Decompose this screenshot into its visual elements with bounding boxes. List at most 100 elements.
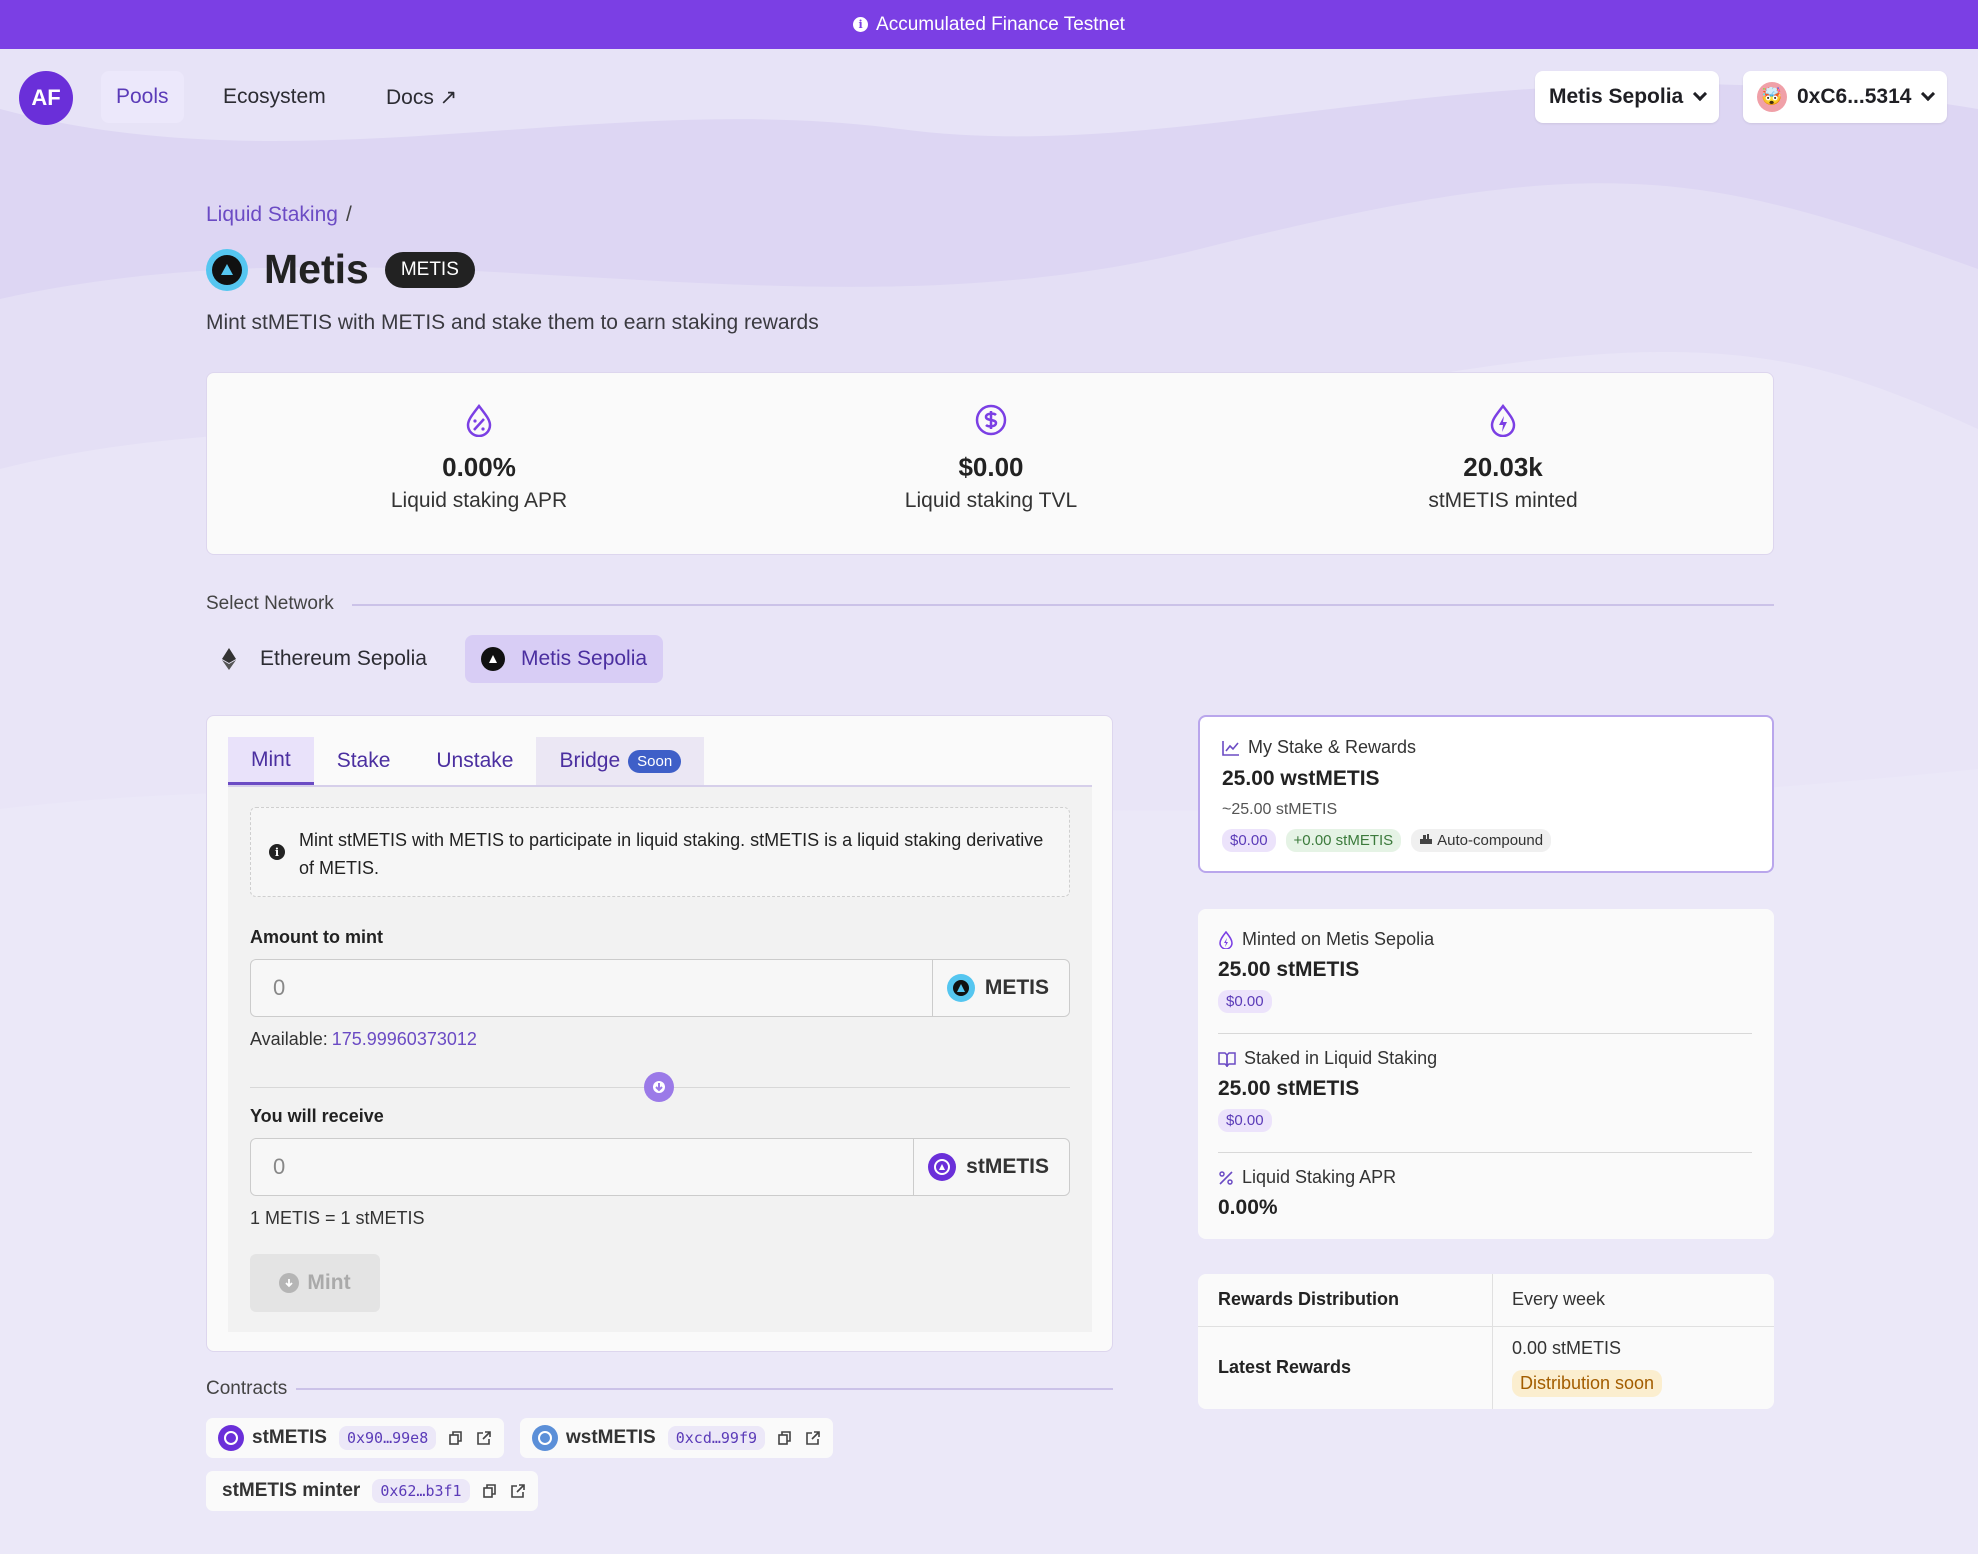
action-tabs: Mint Stake Unstake Bridge Soon bbox=[228, 737, 705, 785]
contract-name: stMETIS minter bbox=[222, 1480, 361, 1501]
network-tab-label: Ethereum Sepolia bbox=[260, 647, 427, 670]
external-link-icon[interactable] bbox=[805, 1430, 821, 1446]
top-navbar: AF Pools Ecosystem Docs ↗ Metis Sepolia … bbox=[0, 49, 1978, 147]
auto-compound-badge: Auto-compound bbox=[1411, 829, 1552, 852]
rewards-distribution-value: Every week bbox=[1512, 1289, 1606, 1309]
soon-badge: Soon bbox=[628, 749, 682, 773]
breadcrumb: Liquid Staking / bbox=[206, 203, 352, 227]
arrow-down-circle-icon bbox=[279, 1273, 300, 1293]
network-tab-metis-sepolia[interactable]: Metis Sepolia bbox=[465, 635, 664, 683]
contract-chip-stmetis-minter: stMETIS minter 0x62…b3f1 bbox=[206, 1471, 538, 1511]
select-network-label: Select Network bbox=[206, 593, 334, 614]
receive-field: stMETIS bbox=[250, 1138, 1070, 1196]
page-subtitle: Mint stMETIS with METIS and stake them t… bbox=[206, 311, 819, 334]
minted-label: Minted on Metis Sepolia bbox=[1242, 929, 1435, 949]
wallet-avatar: 🤯 bbox=[1757, 82, 1787, 112]
tab-bridge-label: Bridge bbox=[559, 749, 621, 772]
bolt-drop-icon bbox=[1219, 930, 1233, 949]
wallet-button[interactable]: 🤯 0xC6...5314 bbox=[1743, 71, 1948, 123]
page-title-row: Metis METIS bbox=[206, 246, 475, 293]
metis-logo-icon bbox=[206, 248, 248, 291]
page-title: Metis bbox=[264, 246, 369, 292]
amount-token-label: METIS bbox=[984, 976, 1049, 999]
external-link-icon[interactable] bbox=[510, 1483, 526, 1499]
amount-token-addon: METIS bbox=[931, 960, 1069, 1016]
apr-value: 0.00% bbox=[1218, 1196, 1278, 1219]
available-amount[interactable]: 175.99960373012 bbox=[332, 1029, 477, 1049]
contract-chip-stmetis: stMETIS 0x90…99e8 bbox=[206, 1418, 505, 1458]
amount-field: METIS bbox=[250, 959, 1070, 1017]
stats-card: 0.00% Liquid staking APR $0.00 Liquid st… bbox=[206, 372, 1774, 555]
tab-stake[interactable]: Stake bbox=[314, 737, 414, 785]
tab-unstake[interactable]: Unstake bbox=[413, 737, 536, 785]
my-stake-header: My Stake & Rewards bbox=[1222, 737, 1416, 758]
contracts-divider bbox=[296, 1388, 1113, 1390]
auto-compound-label: Auto-compound bbox=[1437, 832, 1544, 849]
contract-address: 0x90…99e8 bbox=[338, 1426, 437, 1450]
my-stake-title: My Stake & Rewards bbox=[1248, 737, 1417, 757]
stake-details-card: Minted on Metis Sepolia 25.00 stMETIS $0… bbox=[1198, 909, 1774, 1239]
available-balance: Available: 175.99960373012 bbox=[250, 1029, 477, 1050]
stat-minted: 20.03k stMETIS minted bbox=[1303, 403, 1703, 513]
apr-section: Liquid Staking APR 0.00% bbox=[1218, 1167, 1752, 1220]
latest-rewards-label: Latest Rewards bbox=[1218, 1357, 1352, 1377]
info-icon: i bbox=[853, 17, 869, 32]
stmetis-token-icon bbox=[928, 1153, 957, 1181]
copy-icon[interactable] bbox=[448, 1430, 464, 1446]
metis-token-icon bbox=[946, 974, 975, 1002]
tab-mint[interactable]: Mint bbox=[228, 737, 314, 785]
staked-usd-badge: $0.00 bbox=[1218, 1109, 1272, 1132]
you-will-receive-label: You will receive bbox=[250, 1106, 384, 1126]
apr-label: Liquid Staking APR bbox=[1242, 1167, 1397, 1187]
chart-line-icon bbox=[1222, 740, 1239, 756]
staked-label: Staked in Liquid Staking bbox=[1244, 1048, 1438, 1068]
arrow-down-icon bbox=[644, 1072, 674, 1102]
minted-usd-badge: $0.00 bbox=[1218, 990, 1272, 1013]
my-stake-badges: $0.00 +0.00 stMETIS Auto-compound bbox=[1222, 829, 1552, 852]
wstmetis-token-icon bbox=[532, 1425, 558, 1451]
rewards-badge: +0.00 stMETIS bbox=[1285, 829, 1402, 852]
stat-tvl-value: $0.00 bbox=[958, 452, 1024, 482]
bolt-drop-icon bbox=[1490, 403, 1516, 438]
tab-bridge[interactable]: Bridge Soon bbox=[536, 737, 705, 785]
network-tab-ethereum-sepolia[interactable]: Ethereum Sepolia bbox=[206, 635, 443, 683]
copy-icon[interactable] bbox=[482, 1483, 498, 1499]
nav-ecosystem[interactable]: Ecosystem bbox=[208, 71, 341, 123]
mint-tab-panel: i Mint stMETIS with METIS to participate… bbox=[228, 787, 1092, 1332]
nav-pools[interactable]: Pools bbox=[101, 71, 184, 123]
mint-card: Mint Stake Unstake Bridge Soon i Mint st… bbox=[206, 715, 1113, 1352]
rewards-distribution-label: Rewards Distribution bbox=[1218, 1289, 1400, 1309]
amount-input[interactable] bbox=[251, 960, 931, 1016]
my-stake-card: My Stake & Rewards 25.00 wstMETIS ~25.00… bbox=[1198, 715, 1774, 873]
table-row-divider bbox=[1198, 1326, 1774, 1327]
mint-info-box: i Mint stMETIS with METIS to participate… bbox=[250, 807, 1070, 897]
stat-apr-value: 0.00% bbox=[442, 452, 516, 482]
breadcrumb-liquid-staking[interactable]: Liquid Staking bbox=[206, 203, 338, 226]
percent-icon bbox=[1219, 1170, 1233, 1185]
contract-chip-wstmetis: wstMETIS 0xcd…99f9 bbox=[520, 1418, 834, 1458]
book-icon bbox=[1218, 1051, 1236, 1067]
contract-address: 0x62…b3f1 bbox=[372, 1479, 470, 1503]
chevron-down-icon bbox=[1921, 86, 1936, 102]
percent-drop-icon bbox=[466, 403, 492, 438]
nav-docs[interactable]: Docs ↗ bbox=[371, 71, 472, 123]
banner-text: Accumulated Finance Testnet bbox=[876, 13, 1125, 35]
mint-button[interactable]: Mint bbox=[250, 1254, 380, 1312]
breadcrumb-separator: / bbox=[345, 203, 352, 226]
copy-icon[interactable] bbox=[777, 1430, 793, 1446]
app-logo[interactable]: AF bbox=[19, 71, 73, 125]
receive-token-addon: stMETIS bbox=[913, 1139, 1069, 1195]
contracts-label: Contracts bbox=[206, 1378, 288, 1399]
external-link-icon[interactable] bbox=[476, 1430, 492, 1446]
ethereum-icon bbox=[222, 648, 236, 670]
stat-tvl-label: Liquid staking TVL bbox=[904, 489, 1078, 512]
available-label: Available: bbox=[250, 1029, 328, 1049]
details-divider bbox=[1218, 1152, 1752, 1153]
network-switch-button[interactable]: Metis Sepolia bbox=[1535, 71, 1720, 123]
network-switch-label: Metis Sepolia bbox=[1549, 85, 1684, 108]
my-stake-amount: 25.00 wstMETIS bbox=[1222, 767, 1380, 790]
receive-input[interactable] bbox=[251, 1139, 911, 1195]
ticker-badge: METIS bbox=[384, 251, 475, 288]
exchange-rate: 1 METIS = 1 stMETIS bbox=[250, 1208, 425, 1228]
latest-rewards-value: 0.00 stMETIS bbox=[1512, 1338, 1622, 1358]
